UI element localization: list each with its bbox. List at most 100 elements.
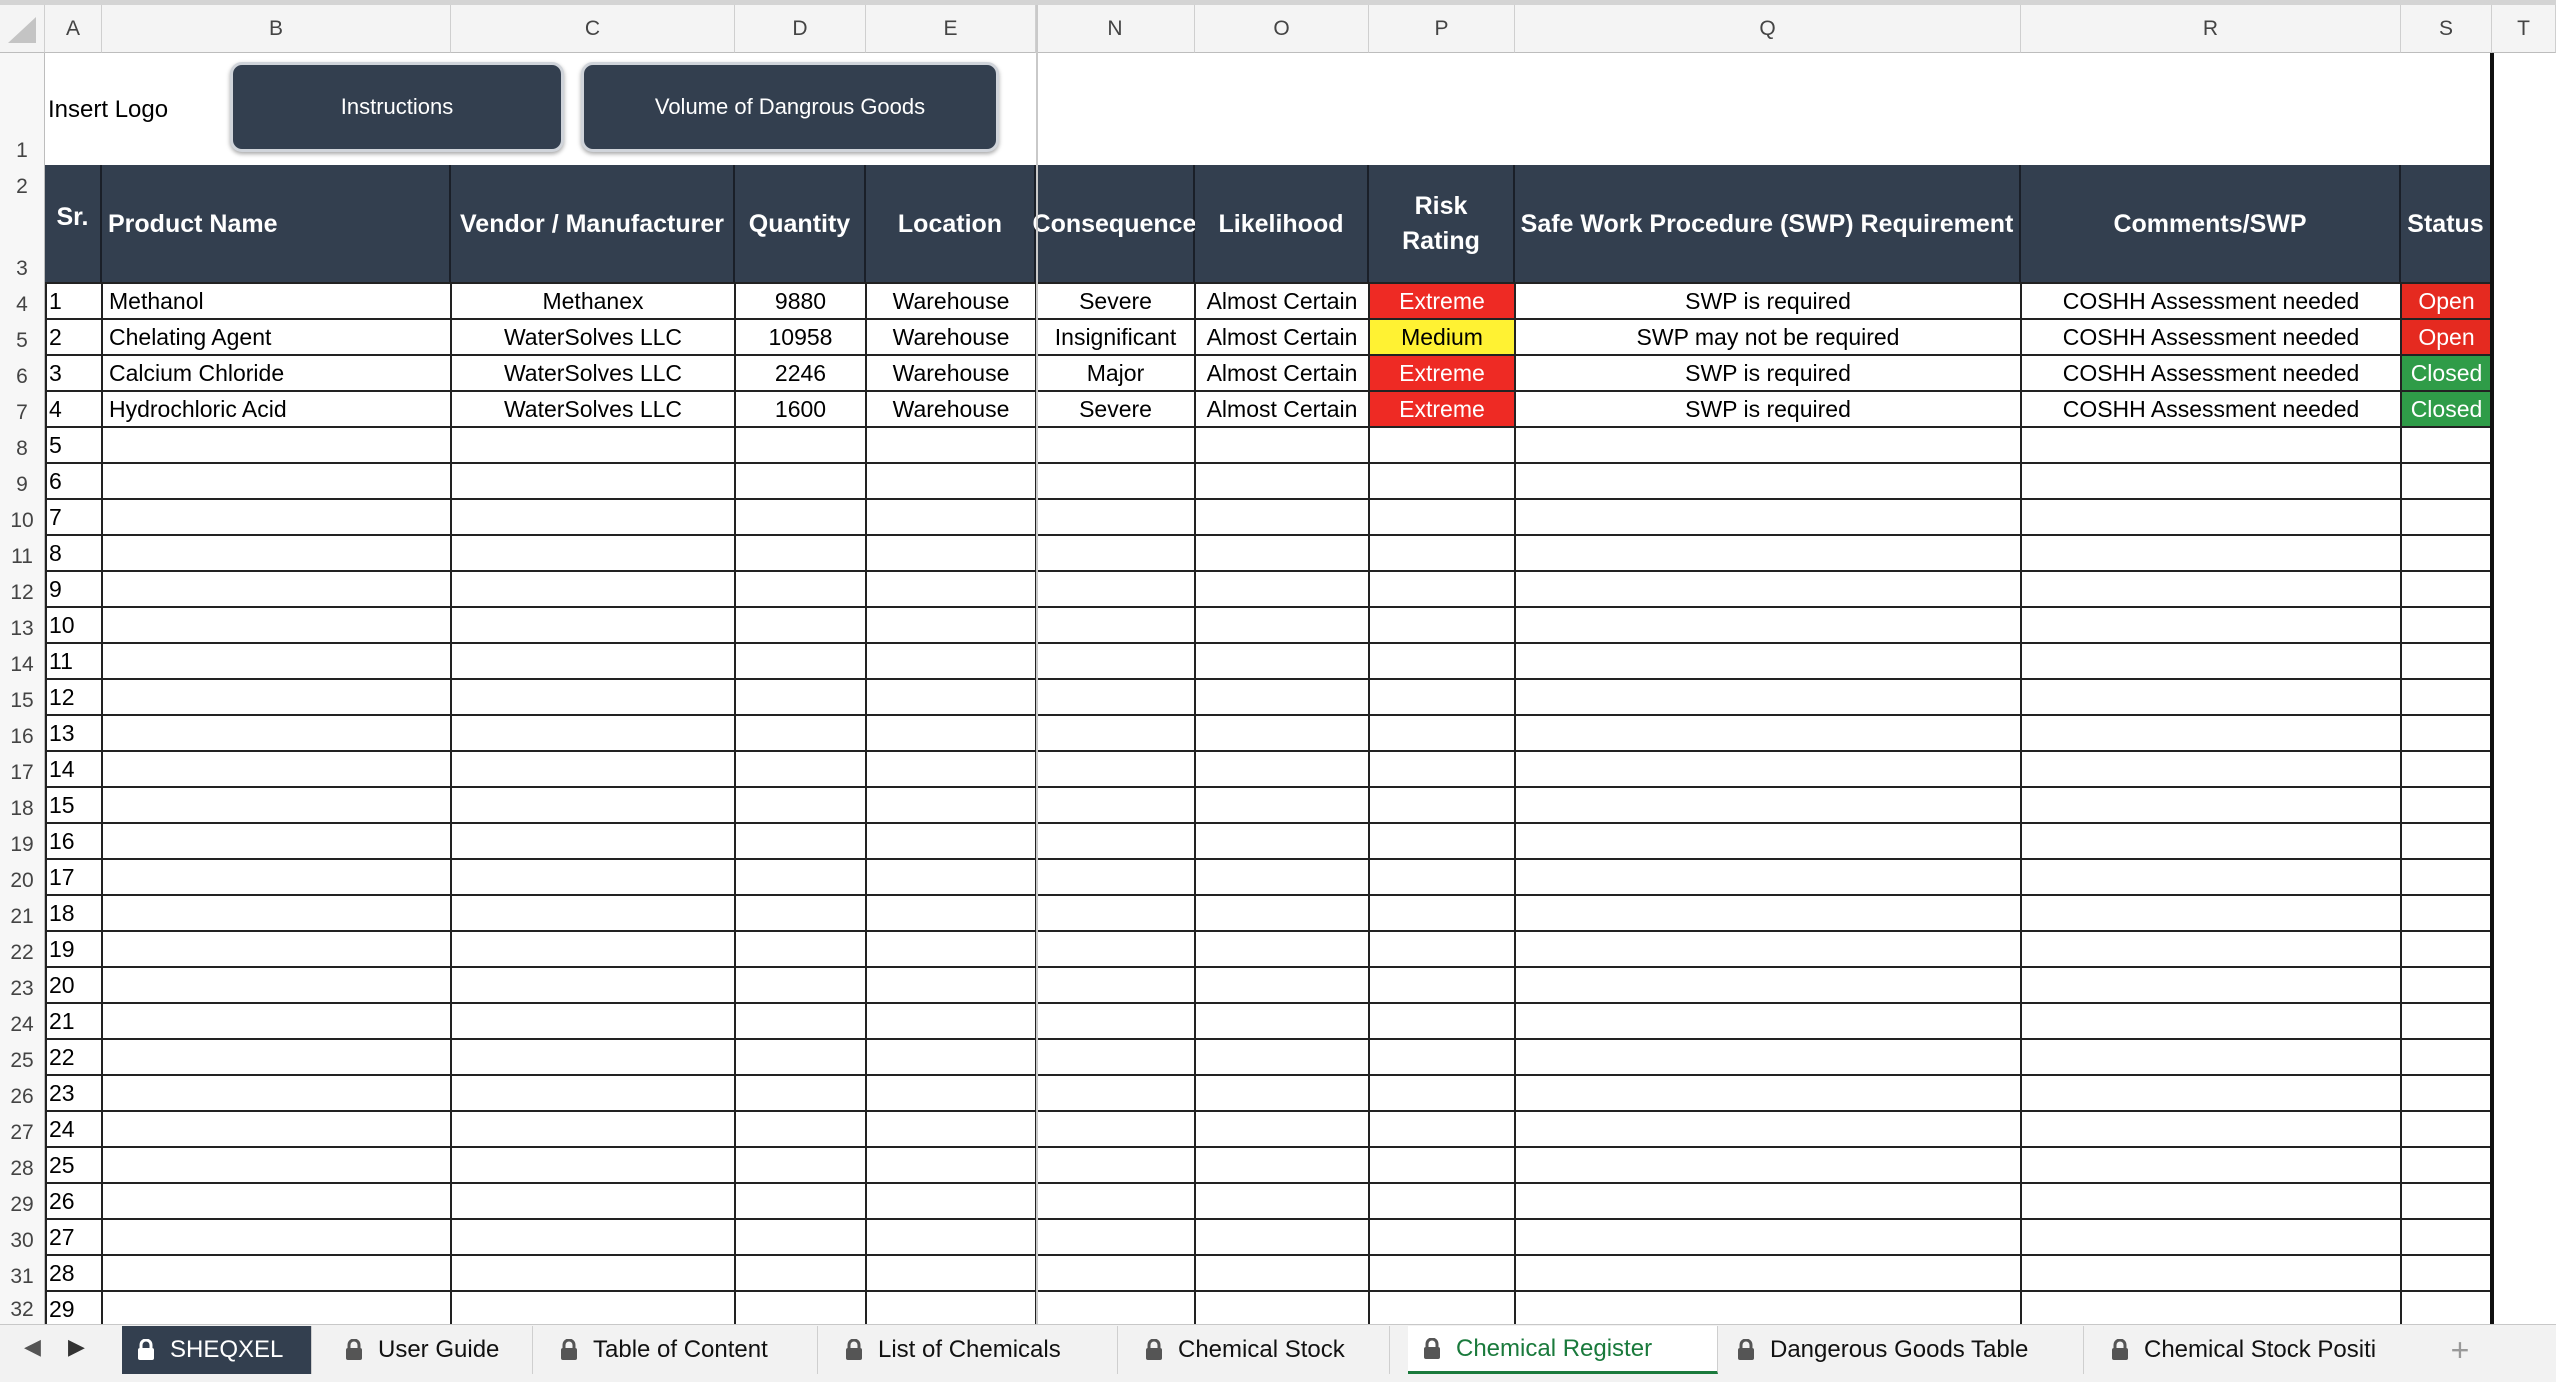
tab-scroll-right-icon[interactable]: ▶ <box>68 1334 85 1360</box>
cell-sr[interactable]: 4 <box>46 392 101 426</box>
cell-sr[interactable]: 1 <box>46 284 101 318</box>
cell-sr[interactable]: 11 <box>46 644 101 678</box>
cell-risk[interactable]: Extreme <box>1370 392 1514 426</box>
cell-status[interactable]: Open <box>2402 284 2491 318</box>
row-header-20[interactable]: 20 <box>0 859 45 895</box>
cell-vendor[interactable]: WaterSolves LLC <box>452 392 734 426</box>
cell-quantity[interactable]: 1600 <box>736 392 865 426</box>
cell-sr[interactable]: 22 <box>46 1040 101 1074</box>
cell-sr[interactable]: 21 <box>46 1004 101 1038</box>
cell-swp[interactable]: SWP is required <box>1516 356 2020 390</box>
cell-sr[interactable]: 7 <box>46 500 101 534</box>
cell-location[interactable]: Warehouse <box>867 284 1035 318</box>
select-all-corner[interactable] <box>0 5 45 53</box>
row-header-25[interactable]: 25 <box>0 1039 45 1075</box>
cell-consequence[interactable]: Severe <box>1037 392 1194 426</box>
cell-consequence[interactable]: Severe <box>1037 284 1194 318</box>
cell-comments[interactable]: COSHH Assessment needed <box>2022 356 2400 390</box>
cell-likelihood[interactable]: Almost Certain <box>1196 392 1368 426</box>
cell-sr[interactable]: 28 <box>46 1256 101 1290</box>
cell-sr[interactable]: 8 <box>46 536 101 570</box>
cell-vendor[interactable]: Methanex <box>452 284 734 318</box>
cell-consequence[interactable]: Major <box>1037 356 1194 390</box>
column-header-r[interactable]: R <box>2021 5 2401 53</box>
tab-scroll-left-icon[interactable]: ◀ <box>24 1334 41 1360</box>
row-header-31[interactable]: 31 <box>0 1255 45 1291</box>
cell-sr[interactable]: 5 <box>46 428 101 462</box>
cell-sr[interactable]: 9 <box>46 572 101 606</box>
row-header-22[interactable]: 22 <box>0 931 45 967</box>
cell-product[interactable]: Calcium Chloride <box>103 356 450 390</box>
cell-comments[interactable]: COSHH Assessment needed <box>2022 392 2400 426</box>
cell-sr[interactable]: 27 <box>46 1220 101 1254</box>
row-header-1[interactable]: 1 <box>0 53 45 165</box>
row-header-9[interactable]: 9 <box>0 463 45 499</box>
cell-status[interactable]: Closed <box>2402 392 2491 426</box>
column-header-c[interactable]: C <box>451 5 735 53</box>
cell-quantity[interactable]: 10958 <box>736 320 865 354</box>
row-header-13[interactable]: 13 <box>0 607 45 643</box>
sheet-tab[interactable]: User Guide <box>330 1326 533 1374</box>
row-header-8[interactable]: 8 <box>0 427 45 463</box>
cell-sr[interactable]: 10 <box>46 608 101 642</box>
cell-quantity[interactable]: 2246 <box>736 356 865 390</box>
row-header-28[interactable]: 28 <box>0 1147 45 1183</box>
cell-sr[interactable]: 15 <box>46 788 101 822</box>
cell-sr[interactable]: 29 <box>46 1292 101 1324</box>
row-header-29[interactable]: 29 <box>0 1183 45 1219</box>
row-header-2[interactable]: 2 <box>0 165 45 201</box>
row-header-7[interactable]: 7 <box>0 391 45 427</box>
cell-consequence[interactable]: Insignificant <box>1037 320 1194 354</box>
sheet-tab[interactable]: List of Chemicals <box>830 1326 1118 1374</box>
cell-sr[interactable]: 6 <box>46 464 101 498</box>
sheet-tab[interactable]: Chemical Stock <box>1130 1326 1390 1374</box>
row-header-5[interactable]: 5 <box>0 319 45 355</box>
cell-risk[interactable]: Extreme <box>1370 356 1514 390</box>
cell-sr[interactable]: 18 <box>46 896 101 930</box>
row-header-10[interactable]: 10 <box>0 499 45 535</box>
row-header-27[interactable]: 27 <box>0 1111 45 1147</box>
row-header-14[interactable]: 14 <box>0 643 45 679</box>
cell-likelihood[interactable]: Almost Certain <box>1196 356 1368 390</box>
cell-swp[interactable]: SWP is required <box>1516 284 2020 318</box>
cell-swp[interactable]: SWP may not be required <box>1516 320 2020 354</box>
row-header-12[interactable]: 12 <box>0 571 45 607</box>
row-header-30[interactable]: 30 <box>0 1219 45 1255</box>
cell-sr[interactable]: 16 <box>46 824 101 858</box>
cell-status[interactable]: Open <box>2402 320 2491 354</box>
cell-sr[interactable]: 19 <box>46 932 101 966</box>
add-sheet-button[interactable]: + <box>2440 1328 2480 1372</box>
instructions-button[interactable]: Instructions <box>230 62 564 152</box>
cell-vendor[interactable]: WaterSolves LLC <box>452 356 734 390</box>
cell-vendor[interactable]: WaterSolves LLC <box>452 320 734 354</box>
row-header-19[interactable]: 19 <box>0 823 45 859</box>
cell-comments[interactable]: COSHH Assessment needed <box>2022 284 2400 318</box>
cell-location[interactable]: Warehouse <box>867 356 1035 390</box>
sheet-tab[interactable]: Table of Content <box>545 1326 818 1374</box>
row-header-11[interactable]: 11 <box>0 535 45 571</box>
cell-location[interactable]: Warehouse <box>867 392 1035 426</box>
cell-sr[interactable]: 24 <box>46 1112 101 1146</box>
cell-product[interactable]: Methanol <box>103 284 450 318</box>
sheet-tab[interactable]: SHEQXEL <box>122 1326 312 1374</box>
cell-location[interactable]: Warehouse <box>867 320 1035 354</box>
cell-quantity[interactable]: 9880 <box>736 284 865 318</box>
cell-sr[interactable]: 12 <box>46 680 101 714</box>
column-header-p[interactable]: P <box>1369 5 1515 53</box>
spreadsheet-grid[interactable]: ABCDENOPQRST 1 2 3 4 5 6 7 8 9 10 11 12 13 14 15 16 17 18… <box>0 0 2556 1324</box>
column-header-e[interactable]: E <box>866 5 1036 53</box>
row-header-17[interactable]: 17 <box>0 751 45 787</box>
column-header-t[interactable]: T <box>2492 5 2556 53</box>
cell-sr[interactable]: 25 <box>46 1148 101 1182</box>
cell-sr[interactable]: 23 <box>46 1076 101 1110</box>
row-header-26[interactable]: 26 <box>0 1075 45 1111</box>
column-header-n[interactable]: N <box>1036 5 1195 53</box>
column-header-q[interactable]: Q <box>1515 5 2021 53</box>
cell-likelihood[interactable]: Almost Certain <box>1196 320 1368 354</box>
row-header-3[interactable]: 3 <box>0 201 45 283</box>
column-header-a[interactable]: A <box>45 5 102 53</box>
row-header-32[interactable]: 32 <box>0 1291 45 1324</box>
row-header-6[interactable]: 6 <box>0 355 45 391</box>
column-header-o[interactable]: O <box>1195 5 1369 53</box>
cell-sr[interactable]: 2 <box>46 320 101 354</box>
